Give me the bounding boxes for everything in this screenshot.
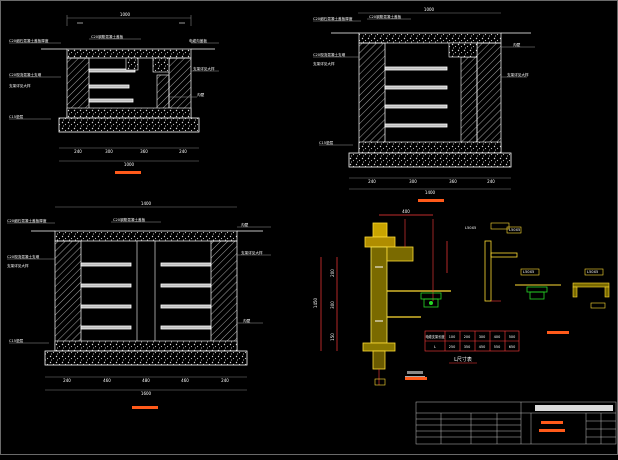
dim-c-b5: 240 bbox=[221, 378, 229, 383]
table-r1-c2: 100 bbox=[449, 335, 455, 339]
label-c1: C20细石混凝土盖板厚度 bbox=[7, 218, 47, 223]
label-a2: C20钢筋混凝土盖板 bbox=[91, 34, 124, 39]
label-a4: 支架详见大样 bbox=[9, 83, 31, 88]
dim-b-b4: 240 bbox=[487, 179, 495, 184]
table-r2-c2: 250 bbox=[449, 345, 455, 349]
dim-b-b3: 360 bbox=[449, 179, 457, 184]
dim-a-b2: 300 bbox=[105, 149, 113, 154]
table-r2-c5: 550 bbox=[494, 345, 500, 349]
table-r1-c6: 500 bbox=[509, 335, 515, 339]
dim-d-s1: 200 bbox=[330, 269, 335, 277]
label-a6: 沟壁 bbox=[197, 92, 205, 97]
label-b5: C15垫层 bbox=[319, 140, 334, 145]
label-d1b: L50X5 bbox=[509, 228, 520, 232]
title-block bbox=[415, 401, 617, 445]
label-b6: 沟壁 bbox=[513, 42, 521, 47]
section-b: 1000 240 300 360 240 1400 C20细石混凝土盖板厚度 C… bbox=[313, 7, 535, 202]
dim-b-b1: 240 bbox=[368, 179, 376, 184]
label-b3: C20现浇混凝土支墩 bbox=[313, 52, 346, 57]
label-a7: 电缆沟盖板 bbox=[189, 38, 207, 43]
label-b4b: 支架详见大样 bbox=[507, 72, 529, 77]
table-caption: L尺寸表 bbox=[454, 356, 472, 363]
label-c4b: 支架详见大样 bbox=[241, 250, 263, 255]
label-a1: C20细石混凝土盖板厚度 bbox=[9, 38, 49, 43]
table-r2-c6: 650 bbox=[509, 345, 515, 349]
label-d3: L50X5 bbox=[587, 270, 598, 274]
dim-a-b3: 360 bbox=[140, 149, 148, 154]
dim-a-b1: 240 bbox=[74, 149, 82, 154]
table-r1-c4: 300 bbox=[479, 335, 485, 339]
label-a5: C15垫层 bbox=[9, 114, 24, 119]
dim-d-top: 400 bbox=[402, 209, 410, 214]
bracket-detail: 400 1450 200 300 150 L50X5 L50X5 L50X5 L… bbox=[313, 209, 610, 386]
dim-c-top: 1400 bbox=[141, 201, 152, 206]
label-a4b: 支架详见大样 bbox=[193, 66, 215, 71]
dim-c-b4: 460 bbox=[181, 378, 189, 383]
cad-drawing: 1000 240 300 360 240 1000 C20细石混凝土盖板厚度 C… bbox=[7, 7, 617, 445]
dim-a-total: 1000 bbox=[124, 162, 135, 167]
label-b4: 支架详见大样 bbox=[313, 61, 335, 66]
label-c6: 沟壁 bbox=[241, 222, 249, 227]
table-r2-c1: L bbox=[434, 345, 436, 349]
label-b2: C20钢筋混凝土盖板 bbox=[369, 14, 402, 19]
label-d1: L50X5 bbox=[465, 226, 476, 230]
section-a: 1000 240 300 360 240 1000 C20细石混凝土盖板厚度 C… bbox=[9, 12, 219, 174]
label-c2: C20钢筋混凝土盖板 bbox=[113, 217, 146, 222]
dim-a-b4: 240 bbox=[179, 149, 187, 154]
label-d2: L50X5 bbox=[523, 270, 534, 274]
dim-d-s3: 150 bbox=[330, 333, 335, 341]
table-r1-c1: 电缆支架长度 bbox=[425, 334, 445, 339]
table-r1-c3: 200 bbox=[464, 335, 470, 339]
label-c4: 支架详见大样 bbox=[7, 263, 29, 268]
section-c: 1400 240 460 480 460 240 1600 C20细石混凝土盖板… bbox=[7, 201, 271, 409]
label-c3: C20现浇混凝土支墩 bbox=[7, 254, 40, 259]
table-r2-c4: 450 bbox=[479, 345, 485, 349]
cad-drawing-canvas[interactable]: 1000 240 300 360 240 1000 C20细石混凝土盖板厚度 C… bbox=[0, 0, 618, 455]
label-b1: C20细石混凝土盖板厚度 bbox=[313, 16, 353, 21]
table-r1-c5: 400 bbox=[494, 335, 500, 339]
dim-b-total: 1400 bbox=[425, 190, 436, 195]
dim-d-height: 1450 bbox=[313, 297, 318, 308]
table-r2-c3: 350 bbox=[464, 345, 470, 349]
dim-d-s2: 300 bbox=[330, 301, 335, 309]
dim-b-b2: 300 bbox=[409, 179, 417, 184]
dim-a-top: 1000 bbox=[120, 12, 131, 17]
label-a3: C20现浇混凝土支墩 bbox=[9, 72, 42, 77]
label-c6b: 沟壁 bbox=[243, 318, 251, 323]
dim-c-b2: 460 bbox=[103, 378, 111, 383]
dim-c-total: 1600 bbox=[141, 391, 152, 396]
label-c5: C15垫层 bbox=[9, 338, 24, 343]
dim-c-b1: 240 bbox=[63, 378, 71, 383]
dim-c-b3: 480 bbox=[142, 378, 150, 383]
dim-b-top: 1000 bbox=[424, 7, 435, 12]
